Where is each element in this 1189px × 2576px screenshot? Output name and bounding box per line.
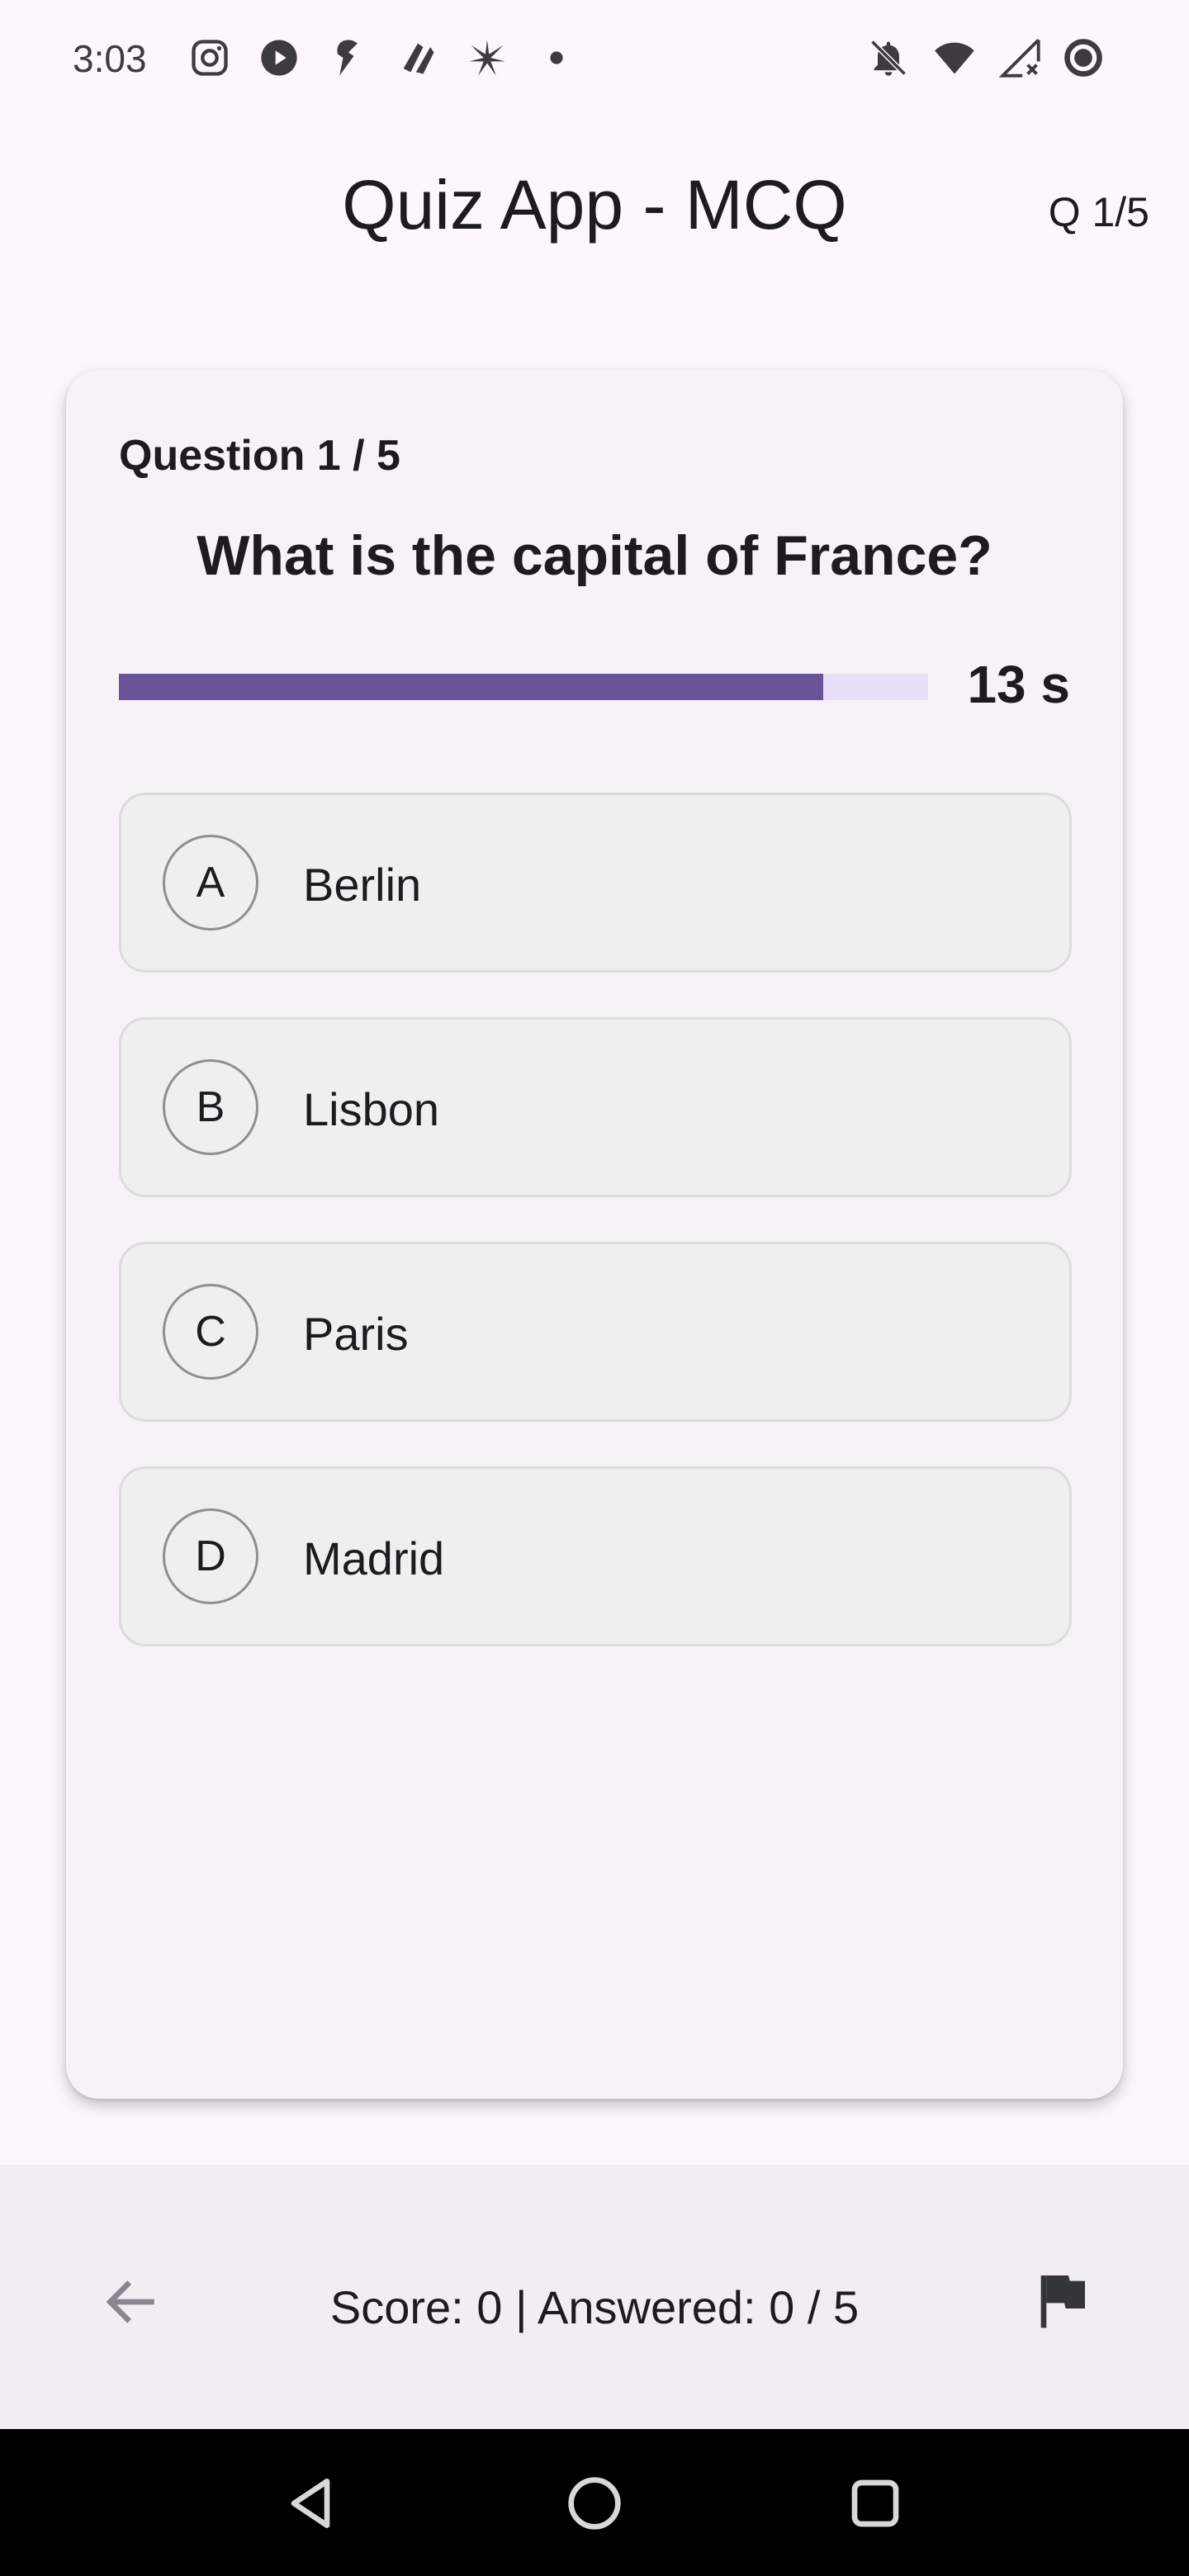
option-text: Berlin — [303, 859, 422, 911]
sparkle-icon — [469, 40, 505, 76]
question-card: Question 1 / 5 What is the capital of Fr… — [66, 370, 1123, 2099]
option-letter-badge: B — [163, 1059, 258, 1155]
instagram-icon — [192, 40, 228, 76]
option-letter-badge: D — [163, 1508, 258, 1604]
nav-recents-icon[interactable] — [842, 2470, 908, 2536]
dot-icon — [550, 51, 563, 64]
bottom-bar: Score: 0 | Answered: 0 / 5 — [0, 2165, 1189, 2429]
option-d[interactable]: D Madrid — [119, 1466, 1072, 1646]
bell-muted-icon — [870, 40, 907, 76]
status-bar: 3:03 — [0, 0, 1189, 124]
nav-home-icon[interactable] — [561, 2470, 628, 2536]
option-text: Madrid — [303, 1532, 445, 1584]
question-counter: Q 1/5 — [1048, 189, 1149, 235]
timer-text: 13 s — [967, 655, 1070, 714]
answer-options: A Berlin B Lisbon C Paris D Madrid — [119, 793, 1072, 1691]
notification-app-icon — [337, 40, 358, 76]
option-letter-badge: A — [163, 835, 258, 930]
flag-icon[interactable] — [1027, 2267, 1093, 2333]
timer-progress-bar — [119, 674, 928, 700]
option-text: Lisbon — [303, 1083, 440, 1135]
question-label: Question 1 / 5 — [119, 432, 400, 480]
nav-back-icon[interactable] — [277, 2470, 343, 2536]
system-nav-bar — [0, 2429, 1189, 2576]
app-icon — [403, 43, 434, 74]
youtube-play-icon — [261, 40, 297, 76]
score-text: Score: 0 | Answered: 0 / 5 — [329, 2281, 860, 2333]
question-text: What is the capital of France? — [197, 524, 992, 587]
option-b[interactable]: B Lisbon — [119, 1017, 1072, 1197]
option-c[interactable]: C Paris — [119, 1242, 1072, 1422]
timer-progress-fill — [119, 674, 823, 700]
wifi-icon — [935, 42, 974, 74]
status-time: 3:03 — [73, 37, 147, 80]
option-letter-badge: C — [163, 1284, 258, 1380]
battery-ring-icon — [1064, 39, 1102, 77]
option-a[interactable]: A Berlin — [119, 793, 1072, 973]
option-text: Paris — [303, 1308, 409, 1360]
signal-no-service-icon — [999, 38, 1040, 78]
app-title: Quiz App - MCQ — [342, 166, 847, 244]
